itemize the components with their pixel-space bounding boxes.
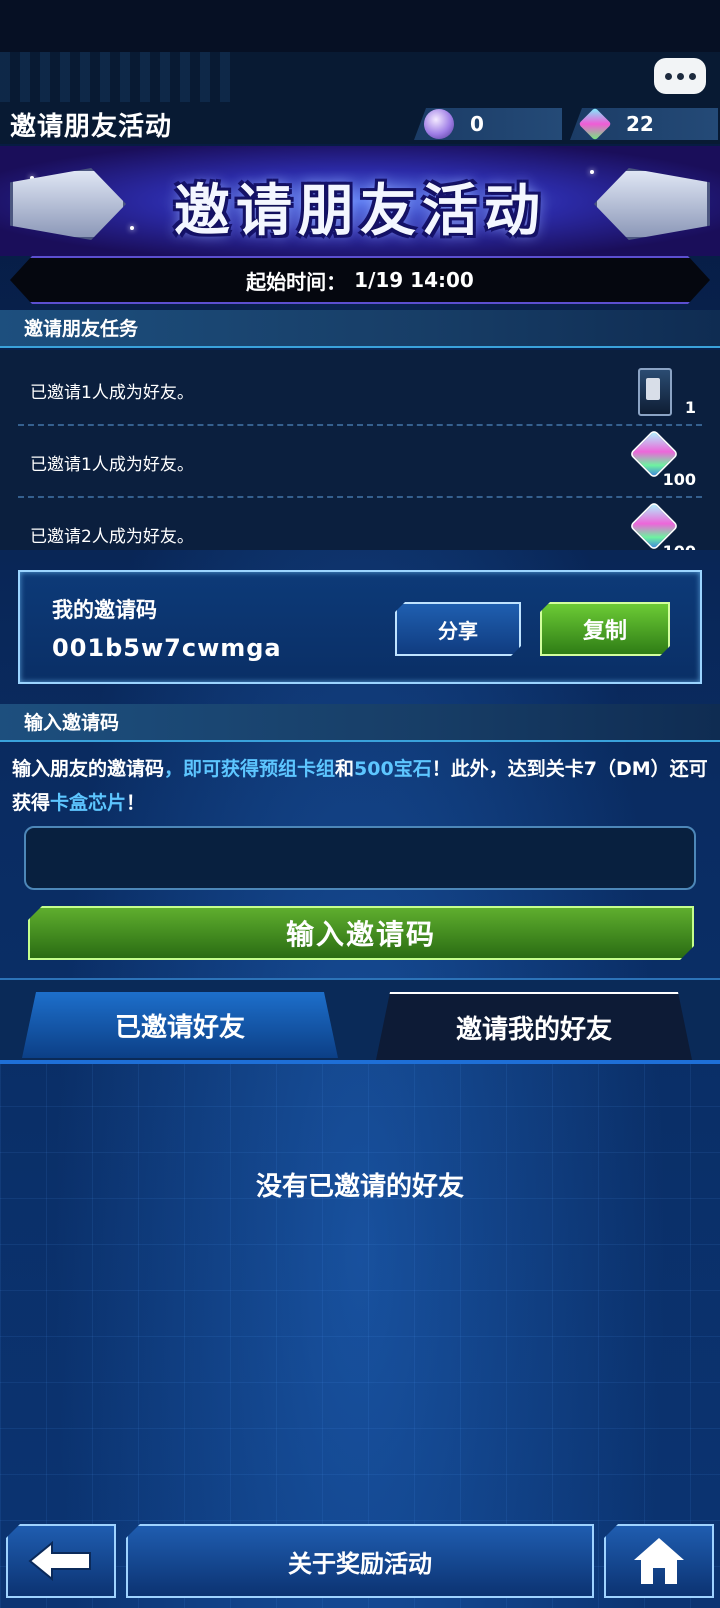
start-time-label: 起始时间： [246,269,347,294]
mission-item: 已邀请1人成为好友。 1 [18,352,702,426]
mission-text: 已邀请1人成为好友。 [30,455,194,475]
desc-part: ！ [126,792,146,814]
share-button[interactable]: 分享 [395,602,521,656]
my-invite-code-panel: 我的邀请码 001b5w7cwmga 分享 复制 [18,570,702,684]
header-decoration [0,52,240,102]
chat-icon[interactable] [654,58,706,94]
missions-header: 邀请朋友任务 [0,310,720,348]
banner-title: 邀请朋友活动 [174,179,546,244]
back-arrow-icon [28,1541,91,1581]
reward-quantity: 100 [663,542,696,550]
reward-quantity: 100 [662,470,696,489]
reward-quantity: 1 [684,398,696,417]
about-rewards-button[interactable]: 关于奖励活动 [126,1524,594,1598]
orb-icon [424,109,454,139]
invite-code-input[interactable] [24,826,696,890]
mission-item: 已邀请1人成为好友。 100 [18,424,702,498]
event-banner: 邀请朋友活动 [0,146,720,256]
tab-invited-friends[interactable]: 已邀请好友 [22,992,338,1058]
orb-count: 0 [470,112,484,136]
card-pack-icon [638,368,672,416]
enter-code-description: 输入朋友的邀请码，即可获得预组卡组和500宝石！此外，达到关卡7（DM）还可获得… [12,752,712,820]
start-time-bar: 起始时间： 1/19 14:00 [10,256,710,304]
home-button[interactable] [604,1524,714,1598]
status-strip [0,0,720,52]
mission-text: 已邀请2人成为好友。 [30,527,194,547]
mission-item: 已邀请2人成为好友。 100 [18,496,702,550]
desc-highlight: ，即可获得预组卡组 [164,758,336,780]
my-code-value: 001b5w7cwmga [52,634,282,662]
mission-text: 已邀请1人成为好友。 [30,383,194,403]
desc-part: 输入朋友的邀请码 [12,758,165,780]
home-icon [634,1538,684,1584]
my-code-label: 我的邀请码 [52,598,157,622]
start-time-value: 1/19 14:00 [354,268,474,292]
gem-count: 22 [626,112,654,136]
top-header: 邀请朋友活动 0 22 [0,52,720,144]
empty-list-message: 没有已邀请的好友 [255,1172,464,1202]
enter-code-button[interactable]: 输入邀请码 [28,906,694,960]
orb-currency: 0 [414,108,562,140]
desc-highlight: 500宝石 [354,758,432,780]
desc-highlight: 卡盒芯片 [50,792,127,814]
tabs-divider [0,1060,720,1064]
enter-code-header: 输入邀请码 [0,704,720,742]
gem-icon [578,108,612,140]
back-button[interactable] [6,1524,116,1598]
desc-part: 和 [335,758,355,780]
missions-list[interactable]: 已邀请1人成为好友。 1 已邀请1人成为好友。 100 已邀请2人成为好友。 1… [0,350,720,550]
page-title: 邀请朋友活动 [10,112,173,142]
tab-friends-who-invited-me[interactable]: 邀请我的好友 [376,992,692,1060]
copy-button[interactable]: 复制 [540,602,670,656]
gem-currency: 22 [570,108,718,140]
